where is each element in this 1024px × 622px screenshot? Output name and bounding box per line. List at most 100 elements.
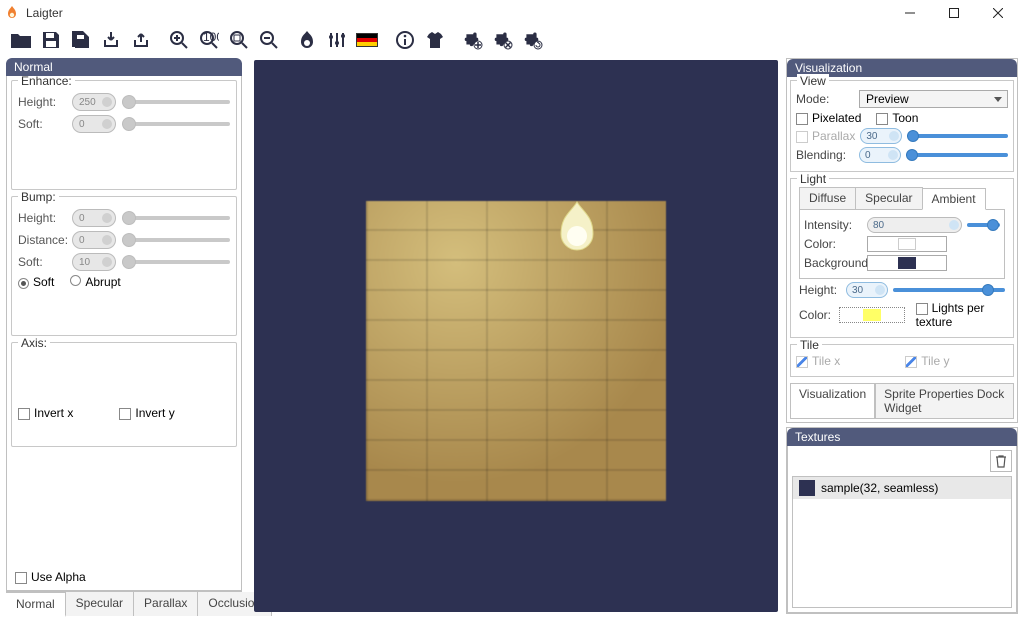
- maximize-button[interactable]: [932, 0, 976, 26]
- tile-legend: Tile: [797, 338, 822, 352]
- ambient-color-button[interactable]: [867, 236, 947, 252]
- light-group: Light Diffuse Specular Ambient Intensity…: [790, 178, 1014, 338]
- bump-height-spin[interactable]: 0: [72, 209, 116, 227]
- zoom-100-icon[interactable]: 100: [196, 28, 222, 52]
- enhance-soft-label: Soft:: [18, 117, 66, 131]
- invert-x-checkbox[interactable]: Invert x: [18, 406, 73, 420]
- axis-legend: Axis:: [18, 336, 50, 350]
- enhance-height-label: Height:: [18, 95, 66, 109]
- use-alpha-checkbox[interactable]: Use Alpha: [11, 568, 237, 586]
- left-panel-title: Normal: [6, 58, 242, 76]
- texture-name: sample(32, seamless): [821, 481, 938, 495]
- tile-y-checkbox[interactable]: Tile y: [905, 354, 949, 368]
- light-height-label: Height:: [799, 283, 841, 297]
- bump-height-slider[interactable]: [122, 216, 230, 220]
- background-color-button[interactable]: [867, 255, 947, 271]
- axis-group: Axis: Invert x Invert y: [11, 342, 237, 447]
- intensity-slider[interactable]: [967, 223, 1000, 227]
- background-label: Background:: [804, 256, 862, 270]
- tab-sprite-properties[interactable]: Sprite Properties Dock Widget: [875, 383, 1014, 419]
- enhance-legend: Enhance:: [18, 76, 75, 88]
- plugin-remove-icon[interactable]: [490, 28, 516, 52]
- blending-label: Blending:: [796, 148, 854, 162]
- flag-de-icon: [356, 33, 378, 47]
- sliders-icon[interactable]: [324, 28, 350, 52]
- trash-icon: [994, 454, 1008, 468]
- about-icon[interactable]: [392, 28, 418, 52]
- bump-distance-slider[interactable]: [122, 238, 230, 242]
- bump-distance-spin[interactable]: 0: [72, 231, 116, 249]
- tab-parallax[interactable]: Parallax: [134, 592, 198, 616]
- window-title: Laigter: [26, 6, 888, 20]
- bump-abrupt-radio[interactable]: Abrupt: [70, 275, 120, 289]
- toolbar: 100: [0, 26, 1024, 54]
- parallax-slider[interactable]: [907, 134, 1008, 138]
- tile-x-checkbox[interactable]: Tile x: [796, 354, 840, 368]
- view-group: View Mode: Preview Pixelated Toon Parall…: [790, 80, 1014, 172]
- textures-panel-title: Textures: [787, 428, 1017, 446]
- app-icon: [4, 5, 20, 21]
- light-tab-specular[interactable]: Specular: [855, 187, 922, 209]
- tshirt-icon[interactable]: [422, 28, 448, 52]
- view-legend: View: [797, 74, 829, 88]
- bump-group: Bump: Height:0 Distance:0 Soft:10 Soft A…: [11, 196, 237, 336]
- bump-legend: Bump:: [18, 190, 59, 204]
- enhance-soft-spin[interactable]: 0: [72, 115, 116, 133]
- plugin-add-icon[interactable]: [460, 28, 486, 52]
- zoom-out-icon[interactable]: [256, 28, 282, 52]
- texture-list[interactable]: sample(32, seamless): [792, 476, 1012, 608]
- texture-preview: [366, 201, 666, 501]
- import-icon[interactable]: [98, 28, 124, 52]
- tab-specular[interactable]: Specular: [66, 592, 134, 616]
- light-color-label: Color:: [799, 308, 834, 322]
- bump-soft-slider[interactable]: [122, 260, 230, 264]
- light-height-spin[interactable]: 30: [846, 282, 888, 298]
- close-button[interactable]: [976, 0, 1020, 26]
- light-color-button[interactable]: [839, 307, 905, 323]
- light-icon[interactable]: [294, 28, 320, 52]
- parallax-checkbox[interactable]: Parallax: [796, 129, 855, 143]
- light-height-slider[interactable]: [893, 288, 1005, 292]
- invert-y-checkbox[interactable]: Invert y: [119, 406, 174, 420]
- blending-spin[interactable]: 0: [859, 147, 901, 163]
- texture-thumb-icon: [799, 480, 815, 496]
- lights-per-texture-checkbox[interactable]: Lights per texture: [916, 301, 1005, 329]
- open-icon[interactable]: [8, 28, 34, 52]
- pixelated-checkbox[interactable]: Pixelated: [796, 111, 861, 125]
- mode-label: Mode:: [796, 92, 854, 106]
- enhance-group: Enhance: Height: 250 Soft: 0: [11, 80, 237, 190]
- blending-slider[interactable]: [906, 153, 1008, 157]
- bump-soft-spin[interactable]: 10: [72, 253, 116, 271]
- export-icon[interactable]: [128, 28, 154, 52]
- light-handle-icon[interactable]: [553, 200, 601, 256]
- minimize-button[interactable]: [888, 0, 932, 26]
- zoom-fit-icon[interactable]: [226, 28, 252, 52]
- bump-soft-radio[interactable]: Soft: [18, 275, 54, 289]
- zoom-in-icon[interactable]: [166, 28, 192, 52]
- delete-texture-button[interactable]: [990, 450, 1012, 472]
- enhance-height-spin[interactable]: 250: [72, 93, 116, 111]
- preview-canvas[interactable]: [254, 60, 778, 612]
- plugin-refresh-icon[interactable]: [520, 28, 546, 52]
- mode-combo[interactable]: Preview: [859, 90, 1008, 108]
- language-button[interactable]: [354, 28, 380, 52]
- bump-distance-label: Distance:: [18, 233, 66, 247]
- light-tab-diffuse[interactable]: Diffuse: [799, 187, 856, 209]
- light-legend: Light: [797, 172, 829, 186]
- enhance-soft-slider[interactable]: [122, 122, 230, 126]
- tab-visualization[interactable]: Visualization: [790, 383, 875, 419]
- bump-soft-label: Soft:: [18, 255, 66, 269]
- parallax-spin[interactable]: 30: [860, 128, 902, 144]
- svg-text:100: 100: [203, 30, 219, 44]
- texture-list-item[interactable]: sample(32, seamless): [793, 477, 1011, 499]
- tab-normal[interactable]: Normal: [6, 592, 66, 617]
- save-icon[interactable]: [38, 28, 64, 52]
- light-tab-ambient[interactable]: Ambient: [922, 188, 986, 210]
- enhance-height-slider[interactable]: [122, 100, 230, 104]
- save-all-icon[interactable]: [68, 28, 94, 52]
- intensity-label: Intensity:: [804, 218, 862, 232]
- bump-height-label: Height:: [18, 211, 66, 225]
- toon-checkbox[interactable]: Toon: [876, 111, 918, 125]
- ambient-color-label: Color:: [804, 237, 862, 251]
- intensity-spin[interactable]: 80: [867, 217, 962, 233]
